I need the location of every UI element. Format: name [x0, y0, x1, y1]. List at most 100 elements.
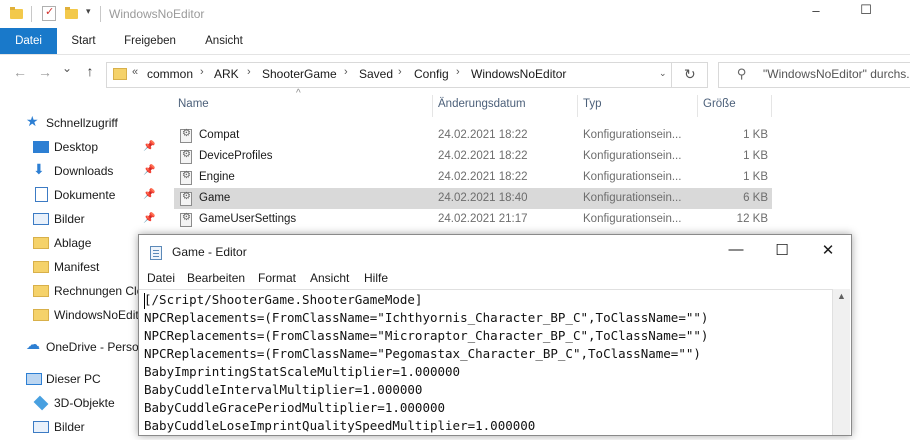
chevron-right-icon[interactable]: ›: [200, 66, 204, 78]
file-type: Konfigurationsein...: [583, 192, 682, 204]
notepad-window[interactable]: Game - Editor — ☐ ✕ Datei Bearbeiten For…: [138, 234, 852, 436]
navigation-bar: ← → ⌄ ↑ « common › ARK › ShooterGame › S…: [0, 55, 910, 91]
vertical-scrollbar[interactable]: ▲: [832, 289, 850, 435]
customize-toolbar-icon[interactable]: ▾: [86, 6, 91, 17]
table-row[interactable]: Engine 24.02.2021 18:22 Konfigurationsei…: [174, 167, 772, 188]
nav-item-schnellzugriff[interactable]: ★ Schnellzugriff: [0, 112, 172, 136]
desktop-icon: [33, 141, 49, 153]
tab-freigeben[interactable]: Freigeben: [112, 28, 188, 54]
file-type: Konfigurationsein...: [583, 129, 682, 141]
pictures-icon: [33, 213, 49, 225]
minimize-button[interactable]: –: [793, 3, 839, 18]
breadcrumb-shootergame[interactable]: ShooterGame: [262, 67, 337, 81]
nav-item-bilder[interactable]: Bilder 📌: [0, 208, 172, 232]
folder-icon: [33, 285, 49, 297]
menu-ansicht[interactable]: Ansicht: [310, 271, 349, 285]
computer-icon: [26, 373, 42, 385]
breadcrumb-windowsnoeditor[interactable]: WindowsNoEditor: [471, 67, 566, 81]
refresh-icon[interactable]: ↻: [684, 66, 696, 83]
pin-icon[interactable]: 📌: [143, 189, 155, 200]
download-icon: ⬇: [33, 161, 45, 177]
file-date: 24.02.2021 18:22: [438, 150, 528, 162]
address-divider: [671, 63, 672, 87]
pin-icon[interactable]: 📌: [143, 165, 155, 176]
new-folder-icon[interactable]: [65, 7, 78, 19]
breadcrumb-config[interactable]: Config: [414, 67, 449, 81]
menu-datei[interactable]: Datei: [147, 271, 175, 285]
column-divider[interactable]: [432, 95, 433, 117]
search-input[interactable]: "WindowsNoEditor" durchs...: [763, 67, 910, 81]
column-header-type[interactable]: Typ: [583, 98, 602, 116]
recent-locations-icon[interactable]: ⌄: [60, 61, 74, 75]
up-arrow-icon[interactable]: ↑: [82, 63, 98, 79]
nav-item-label: Downloads: [54, 164, 114, 178]
text-line: [/Script/ShooterGame.ShooterGameMode]: [144, 292, 423, 307]
chevron-right-icon[interactable]: ›: [344, 66, 348, 78]
folder-icon: [33, 309, 49, 321]
file-type: Konfigurationsein...: [583, 150, 682, 162]
text-line: BabyImprintingStatScaleMultiplier=1.0000…: [144, 364, 461, 379]
file-type: Konfigurationsein...: [583, 171, 682, 183]
table-row[interactable]: Compat 24.02.2021 18:22 Konfigurationsei…: [174, 125, 772, 146]
tab-datei[interactable]: Datei: [0, 28, 57, 54]
breadcrumb-saved[interactable]: Saved: [359, 67, 393, 81]
address-bar[interactable]: « common › ARK › ShooterGame › Saved › C…: [106, 62, 708, 88]
editor-title-bar[interactable]: Game - Editor — ☐ ✕: [139, 235, 851, 269]
nav-item-label: Rechnungen Clo: [54, 284, 144, 298]
column-divider[interactable]: [577, 95, 578, 117]
column-header-name[interactable]: Name: [178, 98, 209, 116]
back-arrow-icon[interactable]: ←: [10, 64, 30, 80]
breadcrumb-overflow[interactable]: «: [132, 66, 138, 78]
file-date: 24.02.2021 18:22: [438, 171, 528, 183]
text-line: NPCReplacements=(FromClassName="Microrap…: [144, 328, 709, 343]
editor-maximize-button[interactable]: ☐: [759, 241, 805, 259]
file-name: Engine: [199, 171, 235, 183]
file-size: 6 KB: [743, 192, 768, 204]
column-header-date[interactable]: Änderungsdatum: [438, 98, 526, 116]
properties-icon[interactable]: [42, 5, 56, 21]
file-date: 24.02.2021 18:22: [438, 129, 528, 141]
editor-close-button[interactable]: ✕: [805, 241, 851, 259]
breadcrumb-common[interactable]: common: [147, 67, 193, 81]
table-row-selected[interactable]: Game 24.02.2021 18:40 Konfigurationsein.…: [174, 188, 772, 209]
menu-bearbeiten[interactable]: Bearbeiten: [187, 271, 245, 285]
file-size: 1 KB: [743, 129, 768, 141]
breadcrumb-ark[interactable]: ARK: [214, 67, 239, 81]
file-size: 1 KB: [743, 171, 768, 183]
chevron-right-icon[interactable]: ›: [247, 66, 251, 78]
table-row[interactable]: GameUserSettings 24.02.2021 21:17 Konfig…: [174, 209, 772, 230]
column-divider[interactable]: [771, 95, 772, 117]
tab-start[interactable]: Start: [57, 28, 110, 54]
maximize-button[interactable]: ☐: [843, 2, 889, 18]
tab-ansicht[interactable]: Ansicht: [190, 28, 258, 54]
cube-icon: [33, 395, 49, 411]
nav-item-label: WindowsNoEditor: [54, 308, 150, 322]
editor-minimize-button[interactable]: —: [713, 241, 759, 258]
nav-item-dokumente[interactable]: Dokumente 📌: [0, 184, 172, 208]
chevron-right-icon[interactable]: ›: [456, 66, 460, 78]
nav-item-label: Dieser PC: [46, 372, 101, 386]
config-file-icon: [180, 170, 192, 185]
table-row[interactable]: DeviceProfiles 24.02.2021 18:22 Konfigur…: [174, 146, 772, 167]
search-box[interactable]: ⚲ "WindowsNoEditor" durchs...: [718, 62, 910, 88]
editor-text-area[interactable]: [/Script/ShooterGame.ShooterGameMode] NP…: [139, 289, 832, 436]
column-divider[interactable]: [697, 95, 698, 117]
search-icon: ⚲: [737, 66, 747, 81]
scroll-up-icon[interactable]: ▲: [837, 291, 846, 301]
chevron-down-icon[interactable]: ⌄: [659, 68, 667, 79]
nav-item-label: 3D-Objekte: [54, 396, 115, 410]
file-name: DeviceProfiles: [199, 150, 273, 162]
menu-hilfe[interactable]: Hilfe: [364, 271, 388, 285]
nav-item-desktop[interactable]: Desktop 📌: [0, 136, 172, 160]
folder-icon: [33, 261, 49, 273]
pin-icon[interactable]: 📌: [143, 213, 155, 224]
folder-icon: [10, 7, 23, 19]
column-header-size[interactable]: Größe: [703, 98, 736, 116]
explorer-title-bar: ▾ WindowsNoEditor – ☐: [0, 0, 910, 28]
nav-item-downloads[interactable]: ⬇ Downloads 📌: [0, 160, 172, 184]
file-size: 1 KB: [743, 150, 768, 162]
chevron-right-icon[interactable]: ›: [398, 66, 402, 78]
menu-format[interactable]: Format: [258, 271, 296, 285]
pin-icon[interactable]: 📌: [143, 141, 155, 152]
forward-arrow-icon[interactable]: →: [35, 64, 55, 80]
